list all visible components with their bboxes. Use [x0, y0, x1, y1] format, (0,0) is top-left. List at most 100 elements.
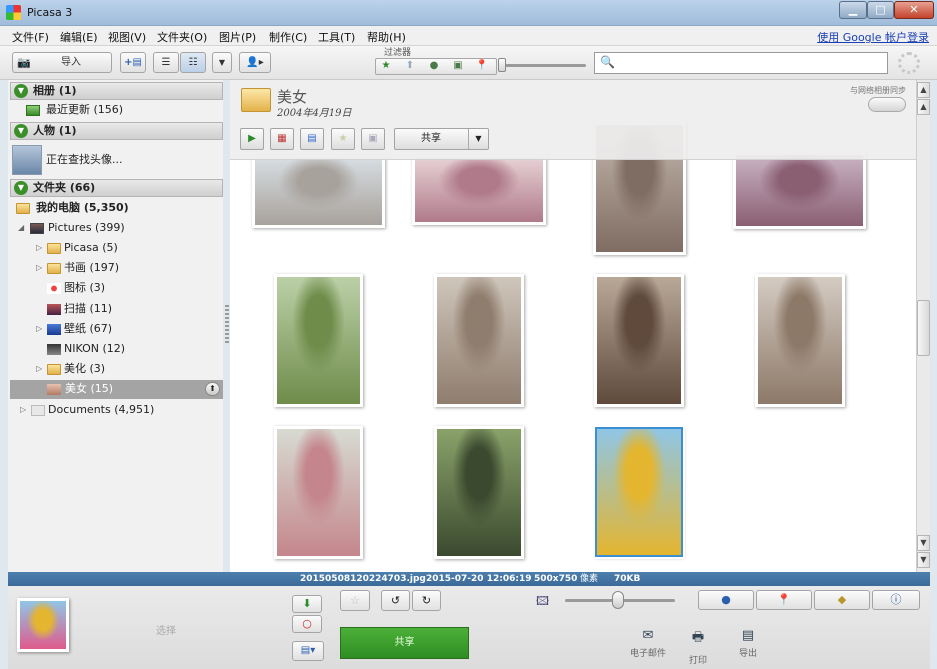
add-to-album-tray-button[interactable]: ▤▾ — [292, 641, 324, 661]
photo-thumbnail[interactable] — [733, 152, 866, 229]
export-button[interactable]: ▤ 导出 — [728, 628, 768, 659]
expand-arrow-icon[interactable]: ▷ — [36, 320, 42, 338]
email-button[interactable]: ✉ 电子邮件 — [628, 628, 668, 659]
maximize-button[interactable]: □ — [867, 1, 894, 19]
album-date[interactable]: 2004年4月19日 — [277, 104, 352, 119]
print-label: 打印 — [688, 656, 707, 666]
selection-label: 选择 — [156, 626, 176, 637]
documents-label: Documents (4,951) — [48, 403, 155, 416]
photo-thumbnail-selected[interactable] — [593, 425, 685, 559]
movie-button[interactable]: ▤ — [300, 128, 324, 150]
list-view-button[interactable]: ☰ — [153, 52, 179, 73]
print-button[interactable]: 🖶 打印 — [678, 628, 718, 666]
thumbnail-size-knob[interactable] — [612, 591, 624, 609]
file-datetime: 2015-07-20 12:06:19 — [426, 574, 532, 584]
photo-thumbnail[interactable] — [594, 274, 684, 407]
share-album-button[interactable]: 共享 ▼ — [394, 128, 489, 150]
star-button[interactable]: ☆ — [340, 590, 370, 611]
collapse-icon[interactable]: ▼ — [14, 84, 28, 98]
picasa-app-icon — [6, 5, 21, 20]
picasa-window: Picasa 3 ▁ □ ✕ 文件(F) 编辑(E) 视图(V) 文件夹(O) … — [0, 0, 937, 669]
tree-view-button[interactable]: ☷ — [180, 52, 206, 73]
clear-icon: ○ — [302, 617, 312, 630]
map-pin-icon: 📍 — [777, 593, 791, 606]
pixel-unit: 像素 — [580, 574, 599, 584]
tags-panel-button[interactable]: ◆ — [814, 590, 870, 610]
scroll-top-button[interactable]: ▲ — [917, 82, 930, 98]
upload-icon[interactable]: ⬆ — [205, 382, 220, 396]
sidebar-resize-handle[interactable] — [225, 305, 229, 345]
expand-arrow-icon[interactable]: ▷ — [36, 360, 42, 378]
geotag-filter-icon[interactable]: 📍 — [472, 60, 492, 71]
folder-icon — [47, 263, 61, 274]
web-sync-label: 与网络相册同步 — [850, 86, 906, 95]
hold-button[interactable]: ⬇ — [292, 595, 322, 613]
folder-icon — [241, 88, 271, 112]
collage-button[interactable]: ▦ — [270, 128, 294, 150]
view-dropdown-button[interactable]: ▼ — [212, 52, 232, 73]
menu-picture[interactable]: 图片(P) — [219, 29, 256, 45]
star-outline-icon: ☆ — [350, 594, 360, 607]
menu-tools[interactable]: 工具(T) — [318, 29, 355, 45]
menu-view[interactable]: 视图(V) — [108, 29, 146, 45]
people-section-header[interactable]: ▼ 人物 (1) — [10, 122, 223, 140]
albums-section-header[interactable]: ▼ 相册 (1) — [10, 82, 223, 100]
import-button[interactable]: 📷 导入 — [12, 52, 112, 73]
scroll-bottom-button[interactable]: ▼ — [917, 552, 930, 568]
date-filter-knob[interactable] — [498, 58, 506, 72]
menu-create[interactable]: 制作(C) — [269, 29, 307, 45]
expand-arrow-icon[interactable]: ▷ — [20, 401, 26, 419]
menu-edit[interactable]: 编辑(E) — [60, 29, 98, 45]
sidebar-item-beauty-selected[interactable]: 美女 (15) ⬆ — [10, 380, 223, 399]
photo-thumbnail[interactable] — [274, 274, 363, 407]
menu-file[interactable]: 文件(F) — [12, 29, 49, 45]
search-input[interactable] — [594, 52, 888, 74]
collapse-icon[interactable]: ▼ — [14, 181, 28, 195]
close-button[interactable]: ✕ — [894, 1, 934, 19]
scroll-down-button[interactable]: ▼ — [917, 535, 930, 551]
share-button[interactable]: 共享 — [340, 627, 469, 659]
photo-thumbnail[interactable] — [434, 426, 524, 559]
list-icon: ☰ — [161, 57, 171, 68]
menu-folder[interactable]: 文件夹(O) — [157, 29, 207, 45]
face-filter-icon[interactable]: ● — [424, 60, 444, 71]
star-folder-button[interactable]: ★ — [331, 128, 355, 150]
folders-section-header[interactable]: ▼ 文件夹 (66) — [10, 179, 223, 197]
minimize-button[interactable]: ▁ — [839, 1, 867, 19]
disk-icon: ▣ — [368, 133, 378, 144]
tray-photo-thumbnail[interactable] — [17, 598, 69, 652]
people-panel-button[interactable]: ● — [698, 590, 754, 610]
places-panel-button[interactable]: 📍 — [756, 590, 812, 610]
scroll-thumb[interactable] — [917, 300, 930, 356]
properties-panel-button[interactable]: ⓘ — [872, 590, 920, 610]
expand-arrow-icon[interactable]: ▷ — [36, 259, 42, 277]
date-filter-slider[interactable] — [498, 64, 586, 67]
photo-thumbnail[interactable] — [274, 426, 363, 559]
upload-filter-icon[interactable]: ⬆ — [400, 60, 420, 71]
photo-thumbnail[interactable] — [755, 274, 845, 407]
photo-thumbnail[interactable] — [412, 155, 546, 225]
expanded-arrow-icon[interactable]: ◢ — [18, 219, 24, 237]
web-sync-toggle[interactable] — [868, 97, 906, 112]
star-filter-icon[interactable]: ★ — [376, 60, 396, 71]
pictures-label: Pictures (399) — [48, 221, 125, 234]
video-filter-icon[interactable]: ▣ — [448, 60, 468, 71]
clear-selection-button[interactable]: ○ — [292, 615, 322, 633]
album-dropdown-icon: ▤▾ — [300, 645, 316, 656]
folder-label: 壁纸 (67) — [64, 322, 113, 335]
folder-label: 美女 (15) — [65, 382, 114, 395]
rotate-left-button[interactable]: ↺ — [381, 590, 410, 611]
save-button[interactable]: ▣ — [361, 128, 385, 150]
photo-thumbnail[interactable] — [252, 155, 385, 228]
menu-help[interactable]: 帮助(H) — [367, 29, 406, 45]
photo-thumbnail[interactable] — [434, 274, 524, 407]
expand-arrow-icon[interactable]: ▷ — [36, 239, 42, 257]
collapse-icon[interactable]: ▼ — [14, 124, 28, 138]
scroll-up-button[interactable]: ▲ — [917, 99, 930, 115]
play-slideshow-button[interactable]: ▶ — [240, 128, 264, 150]
vertical-scrollbar[interactable]: ▲ ▲ ▼ ▼ — [916, 80, 930, 572]
add-to-album-button[interactable]: +▤ — [120, 52, 146, 73]
people-button[interactable]: 👤▸ — [239, 52, 271, 73]
google-login-link[interactable]: 使用 Google 帐户登录 — [817, 29, 929, 45]
rotate-right-button[interactable]: ↻ — [412, 590, 441, 611]
